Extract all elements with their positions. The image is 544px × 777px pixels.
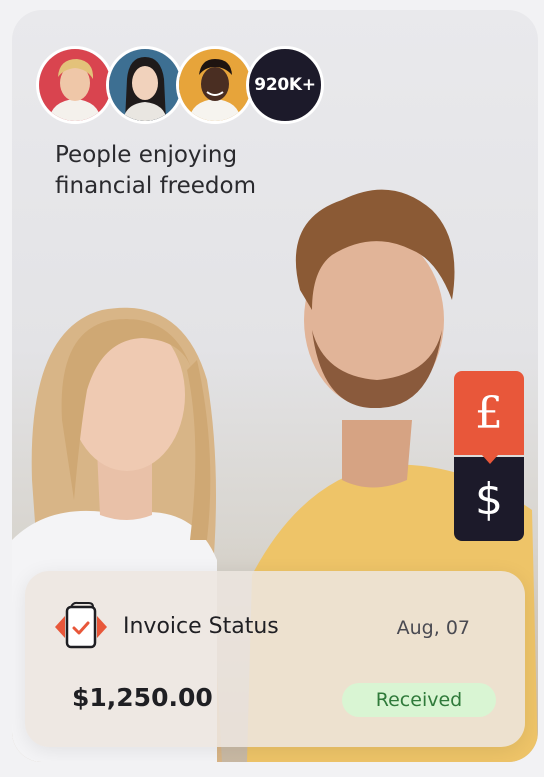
status-badge: Received [342, 683, 496, 717]
tagline-line: financial freedom [55, 173, 256, 199]
tagline-line: People enjoying [55, 142, 238, 168]
pound-icon: £ [475, 387, 503, 439]
avatar [176, 46, 254, 124]
invoice-document-icon [51, 601, 111, 653]
invoice-title: Invoice Status [123, 614, 279, 639]
dollar-currency-tag: $ [454, 457, 524, 541]
dollar-icon: $ [475, 473, 503, 525]
invoice-amount: $1,250.00 [72, 683, 213, 712]
avatar [106, 46, 184, 124]
avatar [36, 46, 114, 124]
tagline: People enjoying financial freedom [55, 140, 355, 202]
invoice-status-card[interactable]: Invoice Status Aug, 07 $1,250.00 Receive… [25, 571, 525, 747]
pound-currency-tag: £ [454, 371, 524, 464]
avatar-group: 920K+ [36, 46, 336, 124]
hero-card: 920K+ People enjoying financial freedom … [12, 10, 538, 762]
user-count-badge: 920K+ [246, 46, 324, 124]
invoice-date: Aug, 07 [396, 617, 470, 639]
